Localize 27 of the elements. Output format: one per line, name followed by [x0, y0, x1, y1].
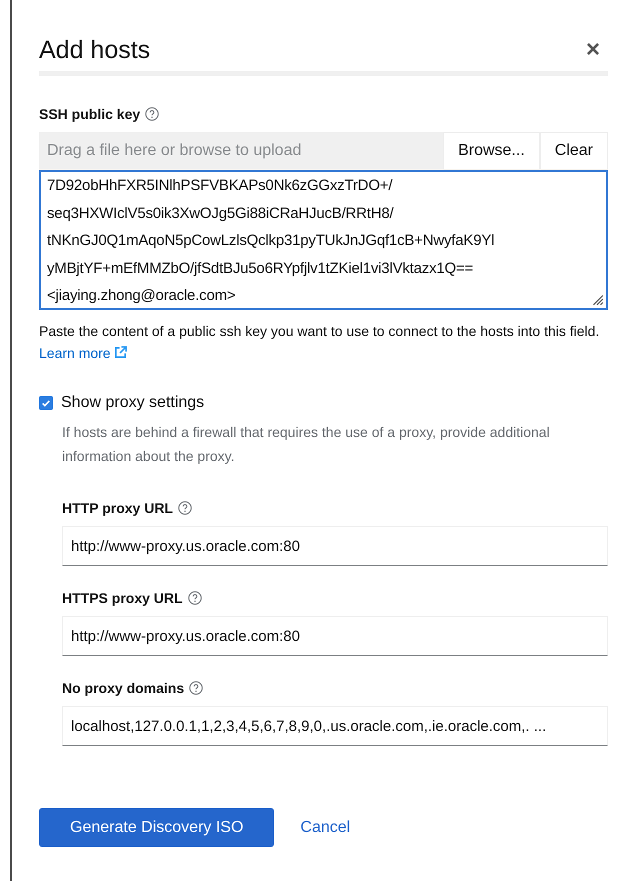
- generate-button[interactable]: Generate Discovery ISO: [39, 808, 274, 847]
- help-icon[interactable]: [178, 501, 192, 515]
- text-input[interactable]: http://www-proxy.us.oracle.com:80: [62, 616, 608, 656]
- help-icon[interactable]: [145, 107, 160, 121]
- field-label: HTTPS proxy URL: [62, 590, 183, 606]
- external-link-icon: [114, 346, 127, 359]
- text-input[interactable]: http://www-proxy.us.oracle.com:80: [62, 526, 608, 566]
- file-drop-field[interactable]: Drag a file here or browse to upload: [39, 132, 444, 170]
- checkbox-label: Show proxy settings: [61, 394, 204, 412]
- field-label: SSH public key: [39, 106, 140, 122]
- upload-button[interactable]: Browse...: [443, 132, 540, 170]
- field-label: No proxy domains: [62, 680, 184, 696]
- cancel-button[interactable]: Cancel: [294, 818, 356, 838]
- close-button[interactable]: ×: [578, 38, 608, 62]
- checkbox[interactable]: [39, 396, 53, 410]
- text-input[interactable]: localhost,127.0.0.1,1,2,3,4,5,6,7,8,9,0,.us.oracle.com,.ie.oracle.com,. ...: [62, 706, 608, 746]
- check-icon: [41, 398, 51, 408]
- learn-more-link[interactable]: Learn more: [39, 345, 127, 361]
- ssh-key-field[interactable]: [39, 170, 608, 310]
- upload-button[interactable]: Clear: [540, 132, 608, 170]
- proxy-description: If hosts are behind a firewall that requires the use of a proxy, provide additional information about the proxy.: [62, 423, 551, 466]
- dialog-title: Add hosts: [39, 36, 150, 64]
- field-label: HTTP proxy URL: [62, 500, 173, 516]
- help-text: Paste the content of a public ssh key you want to use to connect to the hosts into this field. Learn more: [39, 322, 600, 363]
- help-icon[interactable]: [189, 681, 204, 695]
- help-icon[interactable]: [188, 591, 202, 605]
- ssh-key-text: 7D92obHhFXR5INlhPSFVBKAPs0Nk6zGGxzTrDO+/ seq3HXWIclV5s0ik3XwOJg5Gi88iCRaHJucB/RRtH8/ tNKnGJ0Q1mAqoN5pCowLzlsQclkp31pyTUkJnJGqf1cB+NwyfaK9Yl yMBjtYF+mEfMMZbO/jfSdtBJu5o6RYpfjlv1tZKiel1vi3lVktazx1Q== <jiaying.zhong@oracle.com>: [47, 176, 494, 306]
